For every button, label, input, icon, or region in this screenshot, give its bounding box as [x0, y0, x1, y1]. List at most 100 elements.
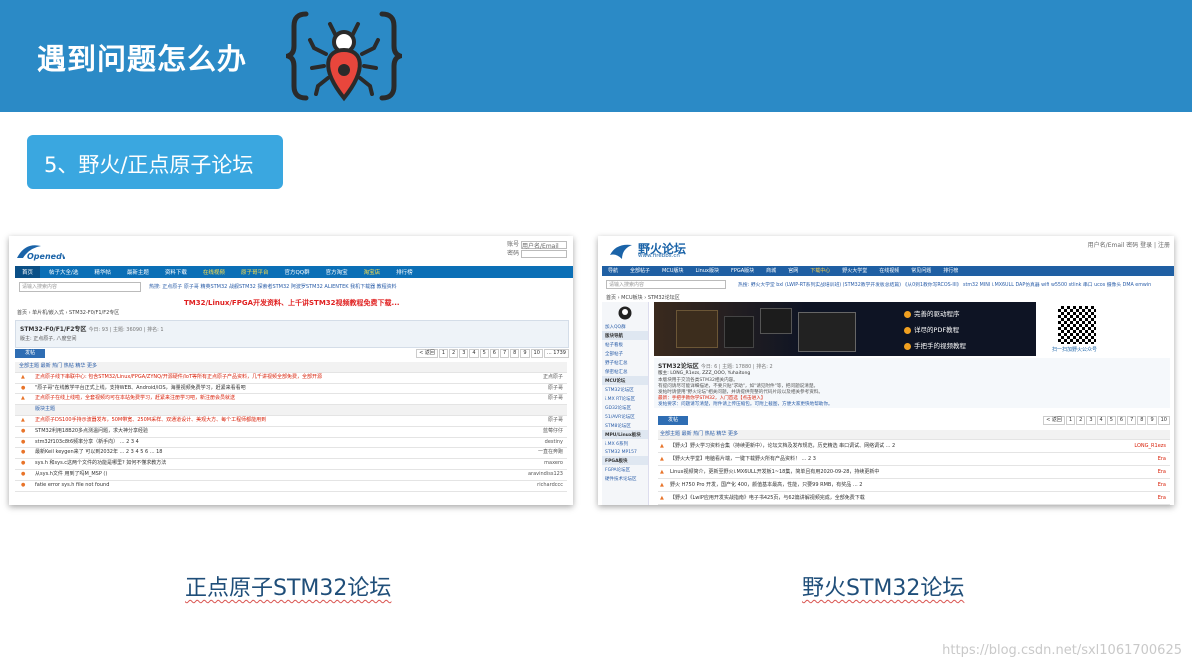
page-link[interactable]: 7 [499, 349, 510, 358]
thread-title[interactable]: "原子哥"在线教学平台正式上线，支持WEB、Android/iOS，海量视频免费… [35, 384, 246, 394]
openedv-hot-searches[interactable]: 热搜: 正点原子 原子哥 精英STM32 战舰STM32 探索者STM32 阿波… [149, 283, 397, 290]
thread-title[interactable]: 最新Keil keygen来了 可以到2032年 ... 2 3 4 5 6 .… [35, 448, 162, 458]
thread-title[interactable]: 正点原子线下串联中心: 包含STM32/Linux/FPGA/ZYNQ/开源硬件… [35, 373, 322, 383]
nav-item[interactable]: 官网 [782, 266, 804, 276]
thread-title[interactable]: 正点原子DS100手持示波器发布，50M带宽、250M采样、双通道设计、美观大方… [35, 416, 266, 426]
table-row[interactable]: ▲ Linux视频简介，更新至野火i.MX6ULL开发板1~18集，简单且有用20… [658, 466, 1170, 479]
page-link[interactable]: 1 [1065, 416, 1076, 425]
thread-author[interactable]: 一直在奔跑 [538, 448, 563, 458]
nav-item[interactable]: 最新主题 [120, 266, 156, 278]
page-link[interactable]: 8 [1137, 416, 1147, 425]
page-link[interactable]: 1 [438, 349, 449, 358]
list-header[interactable]: 全部主题 最新 热门 热帖 精华 更多 [658, 430, 1170, 440]
page-link[interactable]: 8 [510, 349, 520, 358]
page-link[interactable]: < 返回 [416, 349, 438, 358]
firebbs-search-input[interactable]: 请输入搜索内容 [606, 280, 726, 289]
nav-item[interactable]: 官方淘宝 [319, 266, 355, 278]
nav-item[interactable]: 常见问题 [905, 266, 937, 276]
nav-item[interactable]: 精华帖 [87, 266, 118, 278]
table-row[interactable]: ● 从sys.h文件 用到了吗M_MSP () aravindiss123 [15, 470, 567, 481]
table-row[interactable]: ● sys.h 和sys.c这两个文件的功能是哪里? 如何不懂求教方法 maxero [15, 459, 567, 470]
table-row[interactable]: ● STM32利用18B20多点测温问题，求大神分享经验 蓝莓仔仔 [15, 427, 567, 438]
page-link[interactable]: 6 [489, 349, 499, 358]
thread-title[interactable]: Linux视频简介，更新至野火i.MX6ULL开发板1~18集，简单且有用202… [670, 466, 879, 478]
thread-title[interactable]: 版块主题 [35, 405, 55, 415]
nav-item[interactable]: 排行榜 [389, 266, 420, 278]
nav-item[interactable]: 在线视频 [196, 266, 232, 278]
thread-author[interactable]: 原子哥 [548, 394, 563, 404]
sidebar-item[interactable]: 加入QQ群 [602, 322, 648, 331]
breadcrumb[interactable]: 首页 › MCU板块 › STM32论坛区 [606, 294, 680, 301]
thread-author[interactable]: richardccc [537, 481, 563, 491]
nav-item[interactable]: 下载中心 [804, 266, 836, 276]
nav-item[interactable]: 资料下载 [158, 266, 194, 278]
sidebar-item[interactable]: 帖子看板 [602, 340, 648, 349]
sidebar-item[interactable]: MCU论坛 [602, 376, 648, 385]
table-row[interactable]: ▲ 正点原子在线上线啦，全套视频均可在本站免费学习，赶紧来注册学习吧，新注册会员就… [15, 394, 567, 406]
thread-title[interactable]: sys.h 和sys.c这两个文件的功能是哪里? 如何不懂求教方法 [35, 459, 166, 469]
sidebar-item[interactable]: STM8论坛区 [602, 421, 648, 430]
table-row[interactable]: ● stm32f103c8t6频率分享（新手向） ... 2 3 4 destiny [15, 438, 567, 449]
table-row[interactable]: ● 最新Keil keygen来了 可以到2032年 ... 2 3 4 5 6 … [15, 448, 567, 460]
table-row[interactable]: 版块主题 [15, 405, 567, 416]
page-link[interactable]: 10 [530, 349, 543, 358]
thread-title[interactable]: 【野火】野火学习资料合集（持续更新中），论坛文档及发布规范，历史精选 串口调试、… [670, 440, 895, 452]
login-password-input[interactable] [521, 249, 567, 258]
nav-item[interactable]: 官方QQ群 [277, 266, 316, 278]
nav-item[interactable]: 在线视频 [873, 266, 905, 276]
thread-author[interactable]: 正点原子 [543, 373, 563, 383]
sidebar-item[interactable]: 版块导航 [602, 331, 648, 340]
sidebar-item[interactable]: GD32论坛区 [602, 403, 648, 412]
nav-item[interactable]: FPGA版块 [725, 266, 760, 276]
sidebar-item[interactable]: STM32 MP157 [602, 448, 648, 456]
forum-link[interactable]: 发帖要求：问题请写清楚，附件请上传压缩包。可附上截图，方便大家更快地帮助你。 [658, 401, 833, 407]
thread-author[interactable]: LONG_R1ezs [1134, 440, 1166, 452]
page-link[interactable]: 6 [1116, 416, 1127, 425]
nav-item[interactable]: 帖子大全/选 [42, 266, 85, 278]
breadcrumb[interactable]: 首页 › 单片机/嵌入式 › STM32-F0/F1/F2专区 [17, 309, 119, 316]
nav-item[interactable]: 原子哥平台 [234, 266, 276, 278]
sidebar-item[interactable]: STM32论坛区 [602, 385, 648, 394]
thread-author[interactable]: Era [1158, 492, 1166, 504]
thread-author[interactable]: Era [1158, 479, 1166, 491]
firebbs-hot-searches[interactable]: 热搜: 野火大学堂 bxl (LWIP-RT系列实战培训班) (STM32教学开… [738, 281, 1151, 288]
thread-author[interactable]: 蓝莓仔仔 [543, 427, 563, 437]
sidebar-item[interactable]: FGPA论坛区 [602, 465, 648, 474]
thread-title[interactable]: fatie error sys.h file not found [35, 481, 109, 491]
thread-author[interactable]: 原子哥 [548, 384, 563, 394]
sidebar-item[interactable]: 全部帖子 [602, 349, 648, 358]
sidebar-item[interactable]: 硬件技术论坛区 [602, 474, 648, 483]
openedv-red-banner[interactable]: TM32/Linux/FPGA开发资料、上千讲STM32视频教程免费下载... [184, 298, 400, 308]
thread-title[interactable]: stm32f103c8t6频率分享（新手向） ... 2 3 4 [35, 438, 139, 448]
page-link[interactable]: 9 [520, 349, 530, 358]
page-link[interactable]: < 返回 [1043, 416, 1065, 425]
nav-item[interactable]: 野火大学堂 [836, 266, 873, 276]
thread-title[interactable]: STM32利用18B20多点测温问题，求大神分享经验 [35, 427, 148, 437]
table-row[interactable]: ▲ 【野火大学堂】电脑看片端，一键下载野火所有产品资料！ ... 2 3 Era [658, 453, 1170, 466]
sidebar-item[interactable]: i.MX RT论坛区 [602, 394, 648, 403]
login-user-input[interactable]: 用户名/Email [521, 240, 567, 250]
thread-title[interactable]: 从sys.h文件 用到了吗M_MSP () [35, 470, 107, 480]
table-row[interactable]: ● fatie error sys.h file not found richard… [15, 481, 567, 492]
thread-author[interactable]: maxero [544, 459, 563, 469]
thread-author[interactable]: Era [1158, 466, 1166, 478]
page-link[interactable]: 10 [1157, 416, 1170, 425]
nav-item[interactable]: 排行榜 [937, 266, 964, 276]
page-link[interactable]: 5 [1106, 416, 1116, 425]
nav-item[interactable]: 全部帖子 [624, 266, 656, 276]
page-link[interactable]: 3 [1086, 416, 1096, 425]
table-row[interactable]: ▲ 正点原子线下串联中心: 包含STM32/Linux/FPGA/ZYNQ/开源硬… [15, 373, 567, 384]
nav-item[interactable]: 淘宝店 [357, 266, 388, 278]
page-link[interactable]: 4 [469, 349, 479, 358]
post-button[interactable]: 发帖 [15, 349, 45, 358]
thread-author[interactable]: aravindiss123 [528, 470, 563, 480]
sidebar-item[interactable]: FPGA板块 [602, 456, 648, 465]
sidebar-item[interactable]: i.MX 6系列 [602, 439, 648, 448]
firebbs-login[interactable]: 用户名/Email 密码 登录 | 注册 [1088, 241, 1170, 250]
table-row[interactable]: ▲ 野火 H750 Pro 开发，国产化 400，颜值基本最高，性能，只要99 R… [658, 479, 1170, 492]
nav-item[interactable]: 导航 [602, 266, 624, 276]
table-row[interactable]: ▲ 正点原子DS100手持示波器发布，50M带宽、250M采样、双通道设计、美观大… [15, 416, 567, 427]
nav-item[interactable]: Linux版块 [690, 266, 725, 276]
openedv-search-input[interactable]: 请输入搜索内容 [19, 282, 141, 292]
thread-title[interactable]: 正点原子在线上线啦，全套视频均可在本站免费学习，赶紧来注册学习吧，新注册会员就送 [35, 394, 235, 404]
